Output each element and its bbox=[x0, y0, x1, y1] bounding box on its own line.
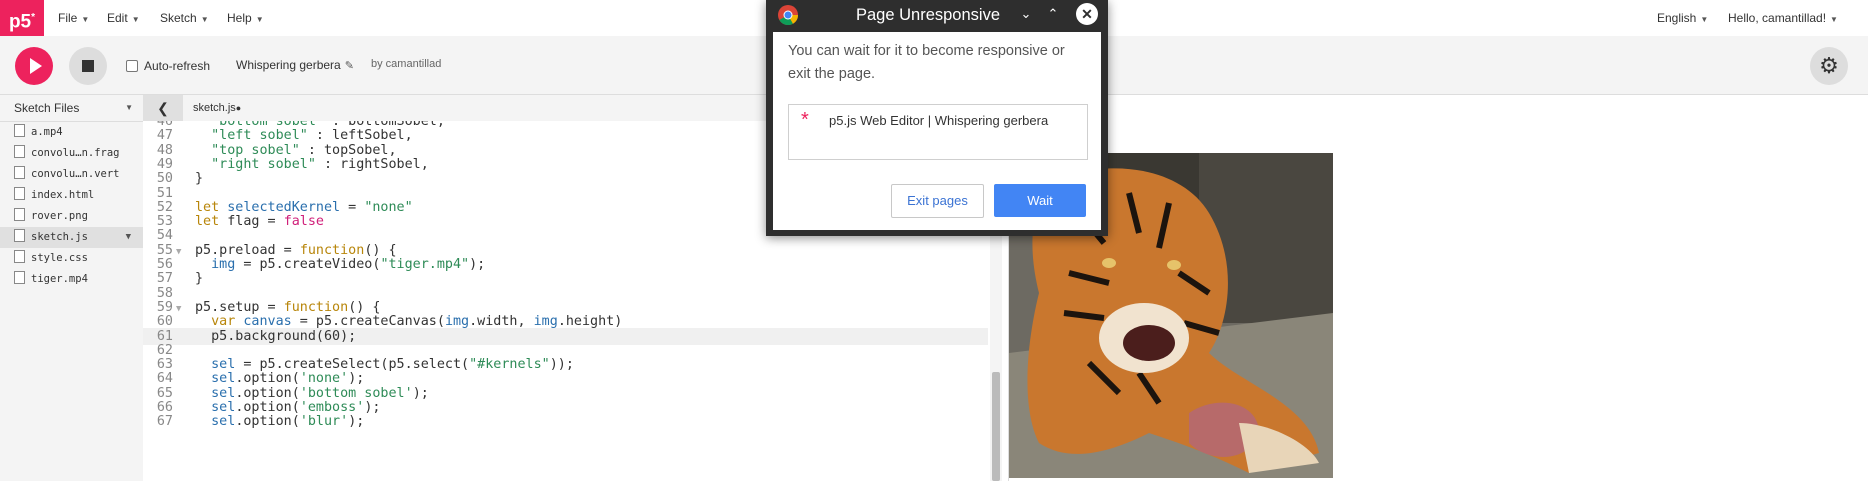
play-icon bbox=[30, 58, 42, 74]
wait-button[interactable]: Wait bbox=[994, 184, 1086, 217]
auto-refresh-checkbox[interactable] bbox=[126, 60, 138, 72]
auto-refresh-toggle[interactable]: Auto-refresh bbox=[126, 59, 210, 73]
file-item[interactable]: rover.png bbox=[0, 206, 143, 227]
language-menu[interactable]: English ▼ bbox=[1657, 0, 1708, 36]
editor-scrollbar[interactable] bbox=[992, 372, 1000, 481]
file-item[interactable]: a.mp4 bbox=[0, 122, 143, 143]
unsaved-indicator: ● bbox=[235, 103, 242, 113]
dialog-message: You can wait for it to become responsive… bbox=[788, 43, 1065, 82]
file-icon bbox=[14, 145, 25, 158]
p5-logo[interactable]: p5* bbox=[0, 0, 44, 36]
close-icon[interactable]: ✕ bbox=[1076, 3, 1098, 25]
file-name: tiger.mp4 bbox=[31, 273, 88, 285]
file-item[interactable]: convolu…n.frag bbox=[0, 143, 143, 164]
file-sidebar: Sketch Files ▼ a.mp4 convolu…n.frag convolu… bbox=[0, 95, 144, 481]
exit-pages-button[interactable]: Exit pages bbox=[891, 184, 984, 218]
dialog-title: Page Unresponsive bbox=[856, 6, 1001, 24]
stop-icon bbox=[82, 60, 94, 72]
file-list: a.mp4 convolu…n.frag convolu…n.vert index.h… bbox=[0, 122, 143, 290]
file-name: convolu…n.frag bbox=[31, 147, 120, 159]
file-item[interactable]: style.css bbox=[0, 248, 143, 269]
file-icon bbox=[14, 124, 25, 137]
chevron-down-icon: ▼ bbox=[131, 15, 140, 24]
chevron-down-icon[interactable]: ⌄ bbox=[1015, 3, 1037, 25]
file-icon bbox=[14, 187, 25, 200]
file-item[interactable]: sketch.js ▼ bbox=[0, 227, 143, 248]
file-name: style.css bbox=[31, 252, 88, 264]
file-icon bbox=[14, 250, 25, 263]
chevron-down-icon: ▼ bbox=[200, 15, 209, 24]
chevron-down-icon: ▼ bbox=[1830, 15, 1838, 24]
code-text: sel.option('blur'); bbox=[211, 414, 365, 430]
sketch-files-header[interactable]: Sketch Files ▼ bbox=[0, 95, 143, 122]
code-line[interactable]: 67 sel.option('blur'); bbox=[143, 413, 988, 430]
file-name: a.mp4 bbox=[31, 126, 63, 138]
gear-icon: ⚙ bbox=[1819, 53, 1839, 78]
file-item[interactable]: tiger.mp4 bbox=[0, 269, 143, 290]
file-icon bbox=[14, 208, 25, 221]
file-icon bbox=[14, 166, 25, 179]
file-name: rover.png bbox=[31, 210, 88, 222]
chevron-down-icon: ▼ bbox=[255, 15, 264, 24]
pencil-icon[interactable]: ✎ bbox=[345, 60, 354, 72]
unresponsive-page-item: * p5.js Web Editor | Whispering gerbera bbox=[788, 104, 1088, 160]
file-item[interactable]: index.html bbox=[0, 185, 143, 206]
unresponsive-page-title: p5.js Web Editor | Whispering gerbera bbox=[829, 113, 1049, 128]
file-icon bbox=[14, 271, 25, 284]
menu-sketch[interactable]: Sketch ▼ bbox=[160, 0, 209, 36]
sketch-name-text: Whispering gerbera bbox=[236, 58, 341, 72]
chevron-left-icon: ❮ bbox=[157, 100, 169, 116]
chevron-up-icon[interactable]: ⌃ bbox=[1042, 3, 1064, 25]
dialog-body: You can wait for it to become responsive… bbox=[773, 32, 1101, 230]
chevron-down-icon: ▼ bbox=[81, 15, 90, 24]
file-options-icon[interactable]: ▼ bbox=[126, 227, 131, 248]
user-menu[interactable]: Hello, camantillad! ▼ bbox=[1728, 0, 1838, 36]
settings-button[interactable]: ⚙ bbox=[1810, 47, 1848, 85]
file-name: convolu…n.vert bbox=[31, 168, 120, 180]
menu-file[interactable]: File ▼ bbox=[58, 0, 89, 36]
page-unresponsive-dialog: Page Unresponsive ⌄ ⌃ ✕ You can wait for… bbox=[766, 0, 1108, 236]
auto-refresh-label: Auto-refresh bbox=[144, 59, 211, 73]
file-name: sketch.js bbox=[31, 231, 88, 243]
file-name: index.html bbox=[31, 189, 95, 201]
stop-button[interactable] bbox=[69, 47, 107, 85]
tab-sketch-js[interactable]: sketch.js● bbox=[193, 95, 241, 121]
sketch-name[interactable]: Whispering gerbera ✎ bbox=[236, 58, 354, 72]
collapse-sidebar-button[interactable]: ❮ bbox=[143, 95, 183, 121]
menu-edit[interactable]: Edit ▼ bbox=[107, 0, 140, 36]
menu-help[interactable]: Help ▼ bbox=[227, 0, 264, 36]
file-item[interactable]: convolu…n.vert bbox=[0, 164, 143, 185]
line-number: 67 bbox=[156, 414, 173, 430]
file-icon bbox=[14, 229, 25, 242]
chrome-icon bbox=[778, 5, 799, 26]
play-button[interactable] bbox=[15, 47, 53, 85]
sketch-owner[interactable]: by camantillad bbox=[371, 58, 441, 70]
chevron-down-icon: ▼ bbox=[125, 103, 133, 112]
chevron-down-icon: ▼ bbox=[1700, 15, 1709, 24]
p5-favicon-icon: * bbox=[801, 109, 809, 131]
